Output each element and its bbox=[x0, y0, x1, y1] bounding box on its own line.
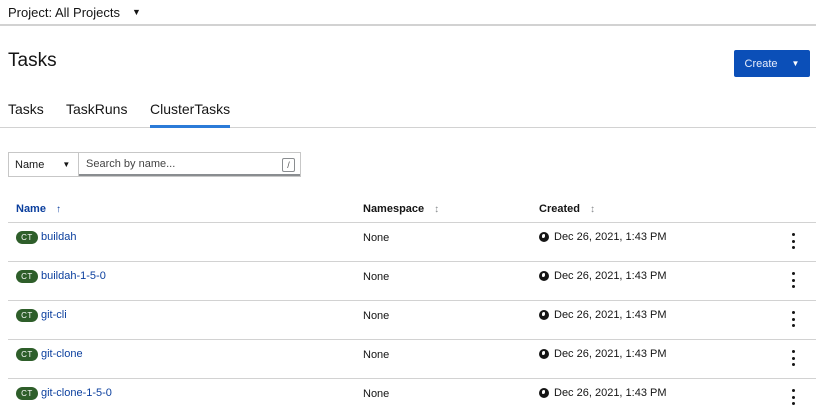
namespace-cell: None bbox=[363, 310, 390, 322]
tab-taskruns[interactable]: TaskRuns bbox=[66, 101, 127, 128]
globe-icon bbox=[539, 232, 549, 242]
filter-type-dropdown[interactable]: Name ▼ bbox=[9, 153, 79, 176]
create-button-label: Create bbox=[744, 57, 778, 70]
table-row: CT git-clone None Dec 26, 2021, 1:43 PM bbox=[8, 340, 816, 379]
created-timestamp: Dec 26, 2021, 1:43 PM bbox=[554, 387, 667, 399]
table-row: CT buildah-1-5-0 None Dec 26, 2021, 1:43… bbox=[8, 262, 816, 301]
namespace-cell: None bbox=[363, 349, 390, 361]
globe-icon bbox=[539, 388, 549, 398]
caret-down-icon: ▼ bbox=[132, 7, 141, 17]
row-actions-kebab-icon[interactable] bbox=[790, 350, 796, 366]
namespace-cell: None bbox=[363, 388, 390, 400]
created-cell: Dec 26, 2021, 1:43 PM bbox=[539, 231, 667, 243]
column-header-label: Name bbox=[16, 203, 46, 215]
sort-icon: ↕ bbox=[434, 204, 440, 215]
filter-type-label: Name bbox=[15, 158, 45, 171]
project-selector[interactable]: Project: All Projects ▼ bbox=[0, 0, 816, 26]
namespace-cell: None bbox=[363, 271, 390, 283]
project-label: Project: All Projects bbox=[8, 4, 120, 20]
tab-bar: Tasks TaskRuns ClusterTasks bbox=[0, 98, 816, 128]
table-row: CT git-cli None Dec 26, 2021, 1:43 PM bbox=[8, 301, 816, 340]
created-cell: Dec 26, 2021, 1:43 PM bbox=[539, 348, 667, 360]
row-actions-kebab-icon[interactable] bbox=[790, 389, 796, 405]
created-cell: Dec 26, 2021, 1:43 PM bbox=[539, 387, 667, 399]
task-name-link[interactable]: git-clone bbox=[41, 348, 83, 360]
keyboard-shortcut-icon: / bbox=[282, 158, 295, 172]
created-timestamp: Dec 26, 2021, 1:43 PM bbox=[554, 270, 667, 282]
created-timestamp: Dec 26, 2021, 1:43 PM bbox=[554, 309, 667, 321]
column-header-namespace[interactable]: Namespace ↕ bbox=[363, 203, 439, 215]
page-title: Tasks bbox=[8, 50, 57, 71]
globe-icon bbox=[539, 271, 549, 281]
filter-toolbar: Name ▼ Search by name... / bbox=[8, 152, 301, 177]
column-header-label: Created bbox=[539, 203, 580, 215]
tab-clustertasks[interactable]: ClusterTasks bbox=[150, 101, 231, 128]
created-cell: Dec 26, 2021, 1:43 PM bbox=[539, 270, 667, 282]
table-row: CT git-clone-1-5-0 None Dec 26, 2021, 1:… bbox=[8, 379, 816, 418]
task-name-link[interactable]: git-clone-1-5-0 bbox=[41, 387, 112, 399]
sort-ascending-icon: ↑ bbox=[55, 204, 61, 215]
globe-icon bbox=[539, 310, 549, 320]
sort-icon: ↕ bbox=[589, 204, 595, 215]
column-header-created[interactable]: Created ↕ bbox=[539, 203, 595, 215]
cluster-task-badge: CT bbox=[16, 309, 38, 322]
cluster-task-badge: CT bbox=[16, 387, 38, 400]
row-actions-kebab-icon[interactable] bbox=[790, 233, 796, 249]
task-name-link[interactable]: buildah bbox=[41, 231, 76, 243]
row-actions-kebab-icon[interactable] bbox=[790, 272, 796, 288]
task-name-link[interactable]: git-cli bbox=[41, 309, 67, 321]
table-row: CT buildah None Dec 26, 2021, 1:43 PM bbox=[8, 223, 816, 262]
create-button[interactable]: Create ▼ bbox=[734, 50, 810, 77]
cluster-task-badge: CT bbox=[16, 231, 38, 244]
cluster-task-badge: CT bbox=[16, 270, 38, 283]
tab-tasks[interactable]: Tasks bbox=[8, 101, 44, 128]
task-name-link[interactable]: buildah-1-5-0 bbox=[41, 270, 106, 282]
caret-down-icon: ▼ bbox=[62, 160, 71, 169]
search-input[interactable]: Search by name... bbox=[79, 153, 300, 176]
created-timestamp: Dec 26, 2021, 1:43 PM bbox=[554, 348, 667, 360]
namespace-cell: None bbox=[363, 232, 390, 244]
globe-icon bbox=[539, 349, 549, 359]
row-actions-kebab-icon[interactable] bbox=[790, 311, 796, 327]
column-header-name[interactable]: Name ↑ bbox=[16, 203, 61, 215]
created-cell: Dec 26, 2021, 1:43 PM bbox=[539, 309, 667, 321]
cluster-task-badge: CT bbox=[16, 348, 38, 361]
column-header-label: Namespace bbox=[363, 203, 425, 215]
caret-down-icon: ▼ bbox=[791, 59, 800, 68]
created-timestamp: Dec 26, 2021, 1:43 PM bbox=[554, 231, 667, 243]
